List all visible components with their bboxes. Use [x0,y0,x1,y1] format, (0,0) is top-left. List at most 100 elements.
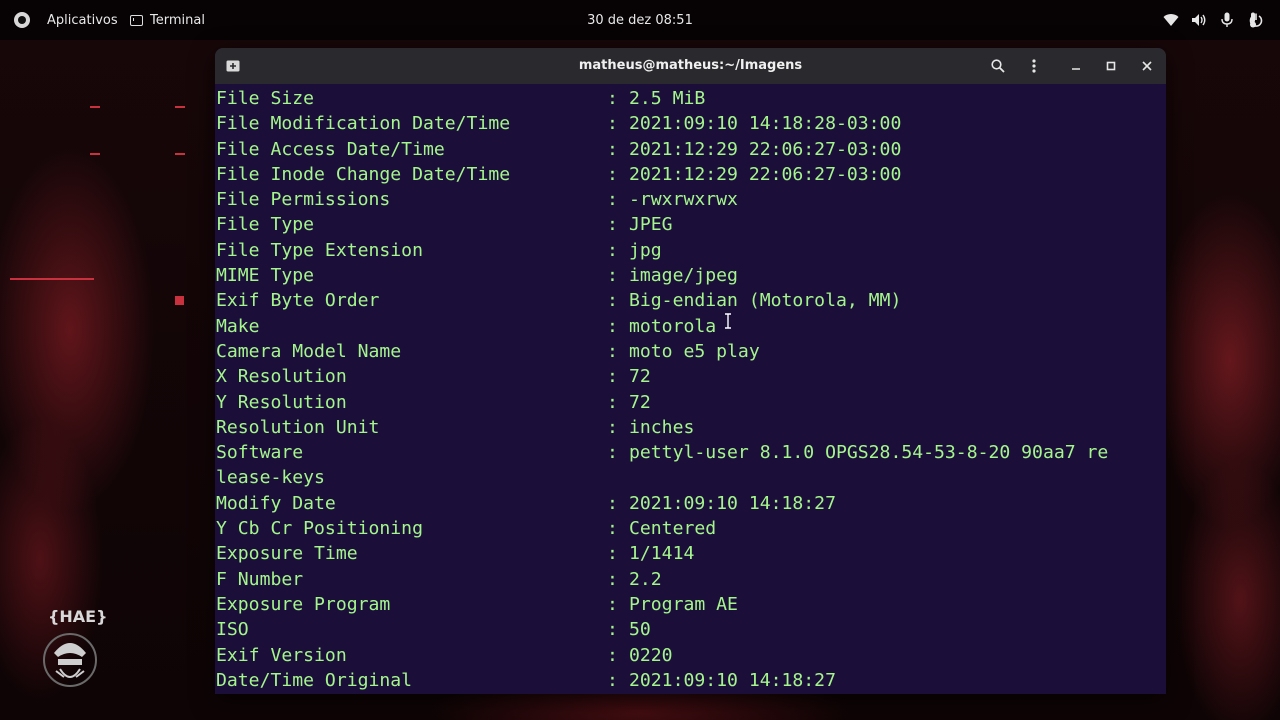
wallpaper-streak [90,153,100,155]
exif-separator: : [607,669,618,691]
exif-separator: : [607,416,618,438]
exif-value: 0220 [629,644,673,666]
exif-key: ISO [216,619,249,641]
power-icon[interactable] [1249,0,1263,40]
exif-value: 2021:12:29 22:06:27-03:00 [629,163,902,185]
window-titlebar[interactable]: matheus@matheus:~/Imagens [215,48,1166,84]
wallpaper-streak [90,106,100,108]
exif-key: Y Resolution [216,391,347,413]
exif-value: 72 [629,366,651,388]
terminal-line: Modify Date:2021:09:10 14:18:27 [216,491,1166,516]
terminal-window: matheus@matheus:~/Imagens File Size:2.5 … [215,48,1166,694]
exif-value: Centered [629,518,717,540]
wallpaper-streak [175,153,185,155]
exif-key: Software [216,442,304,464]
close-icon[interactable] [1137,56,1157,76]
exif-value: 2021:09:10 14:18:27 [629,492,836,514]
exif-value: 2021:09:10 14:18:27 [629,669,836,691]
exif-separator: : [607,214,618,236]
exif-key: Resolution Unit [216,416,380,438]
exif-key: Make [216,315,260,337]
terminal-line: File Type: JPEG [216,212,1166,237]
exif-separator: : [607,239,618,261]
exif-value: 2021:12:29 22:06:27-03:00 [629,138,902,160]
exif-separator: : [607,442,618,464]
exif-separator: : [607,88,618,109]
exif-key: File Inode Change Date/Time [216,163,511,185]
terminal-line: Software: pettyl-user 8.1.0 OPGS28.54-53-… [216,440,1166,465]
exif-value: 2.2 [629,568,662,590]
clock[interactable]: 30 de dez 08:51 [587,13,693,28]
terminal-line: File Modification Date/Time:2021:09:10 1… [216,111,1166,136]
exif-key: Exif Version [216,644,347,666]
terminal-line: File Access Date/Time:2021:12:29 22:06:2… [216,137,1166,162]
wallpaper-streak [10,278,94,280]
wallpaper-streak [175,296,184,305]
exif-separator: : [607,518,618,540]
exif-separator: : [607,492,618,514]
terminal-line: Resolution Unit: inches [216,415,1166,440]
exif-key: Exif Byte Order [216,290,380,312]
exif-separator: : [607,543,618,565]
microphone-icon[interactable] [1221,0,1233,40]
active-app-menu[interactable]: Terminal [130,0,205,40]
exif-key: X Resolution [216,366,347,388]
exif-separator: : [607,138,618,160]
terminal-line: ISO:50 [216,617,1166,642]
active-app-label: Terminal [150,12,205,28]
exif-separator: : [607,593,618,615]
terminal-line: File Inode Change Date/Time:2021:12:29 2… [216,162,1166,187]
terminal-line: Exposure Time:1/1414 [216,541,1166,566]
exif-key: File Modification Date/Time [216,113,511,135]
exif-key: Camera Model Name [216,340,402,362]
exif-key: Date/Time Original [216,669,413,691]
exif-value: 50 [629,619,651,641]
exif-separator: : [607,113,618,135]
exif-key: File Access Date/Time [216,138,445,160]
text-cursor-icon [724,313,732,329]
menu-kebab-icon[interactable] [1024,56,1044,76]
exif-value: JPEG [629,214,673,236]
exif-key: File Type Extension [216,239,423,261]
terminal-icon [130,14,143,26]
volume-icon[interactable] [1191,0,1207,40]
terminal-line: Make: motorola [216,314,1166,339]
terminal-line: Camera Model Name: moto e5 play [216,339,1166,364]
exif-value: 2021:09:10 14:18:28-03:00 [629,113,902,135]
exif-separator: : [607,315,618,337]
terminal-line: Exif Version:0220 [216,643,1166,668]
exif-value: image/jpeg [629,265,738,287]
terminal-line: Exposure Program: Program AE [216,592,1166,617]
exif-value: Big-endian (Motorola, MM) [629,290,902,312]
exif-key: F Number [216,568,304,590]
exif-separator: : [607,391,618,413]
exif-key: lease-keys [216,467,325,489]
exif-key: Exposure Program [216,593,391,615]
terminal-line: File Size:2.5 MiB [216,86,1166,111]
exif-separator: : [607,568,618,590]
exif-value: Program AE [629,593,738,615]
wifi-icon[interactable] [1163,0,1179,40]
exif-value: inches [629,416,695,438]
exif-value: moto e5 play [629,340,760,362]
exif-key: File Type [216,214,315,236]
terminal-line: File Permissions: -rwxrwxrwx [216,187,1166,212]
hae-logo: {HAE} [40,605,107,715]
terminal-line: lease-keys [216,465,1166,490]
exif-value: 2.5 MiB [629,88,706,109]
exif-key: File Size [216,88,315,109]
minimize-icon[interactable] [1066,56,1086,76]
exif-separator: : [607,163,618,185]
terminal-line: Date/Time Original:2021:09:10 14:18:27 [216,668,1166,693]
activities-icon[interactable] [14,12,30,28]
search-icon[interactable] [988,56,1008,76]
terminal-line: X Resolution:72 [216,364,1166,389]
exif-value: pettyl-user 8.1.0 OPGS28.54-53-8-20 90aa… [629,442,1109,464]
exif-separator: : [607,290,618,312]
terminal-output[interactable]: File Size:2.5 MiB File Modification Date/… [216,86,1166,694]
applications-menu[interactable]: Aplicativos [47,0,118,40]
exif-separator: : [607,340,618,362]
wallpaper-streak [175,106,185,108]
exif-separator: : [607,189,618,211]
maximize-icon[interactable] [1101,56,1121,76]
